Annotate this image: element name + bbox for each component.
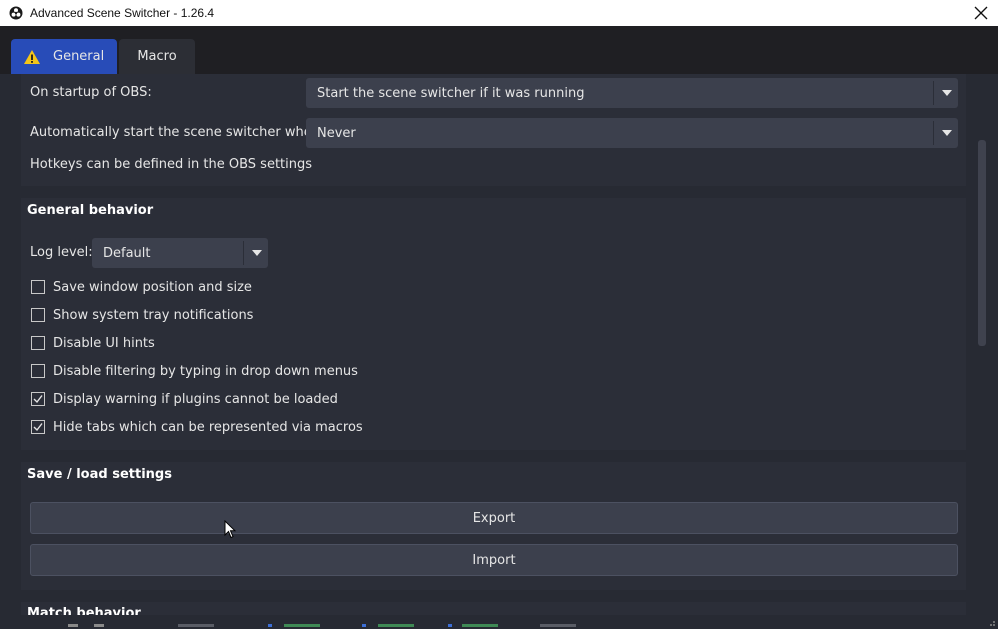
status-mark	[448, 624, 452, 627]
status-mark	[268, 624, 272, 627]
status-mark	[284, 624, 320, 627]
hotkeys-hint: Hotkeys can be defined in the OBS settin…	[30, 157, 313, 172]
auto-start-label: Automatically start the scene switcher w…	[30, 125, 325, 140]
hide-tabs-label: Hide tabs which can be represented via m…	[53, 419, 363, 435]
checkbox-box[interactable]	[31, 364, 45, 378]
auto-start-value: Never	[317, 125, 356, 141]
checkbox-box[interactable]	[31, 420, 45, 434]
auto-start-dropdown[interactable]: Never	[306, 118, 958, 148]
disable-ui-hints-label: Disable UI hints	[53, 335, 155, 351]
save-window-position-label: Save window position and size	[53, 279, 252, 295]
window-title: Advanced Scene Switcher - 1.26.4	[30, 6, 215, 20]
status-mark	[94, 624, 104, 627]
resize-grip-icon[interactable]	[986, 617, 996, 627]
close-icon	[974, 6, 988, 20]
checkbox-box[interactable]	[31, 308, 45, 322]
on-startup-label: On startup of OBS:	[30, 85, 152, 100]
checkbox-box[interactable]	[31, 280, 45, 294]
chevron-down-icon	[252, 250, 262, 256]
tab-general[interactable]: General	[11, 39, 117, 74]
status-mark	[68, 624, 78, 627]
tab-macro[interactable]: Macro	[119, 39, 195, 74]
startup-group: On startup of OBS: Start the scene switc…	[21, 74, 966, 186]
disable-filtering-label: Disable filtering by typing in drop down…	[53, 363, 358, 379]
status-mark	[362, 624, 366, 627]
vertical-scrollbar[interactable]	[976, 74, 988, 615]
show-tray-notifications-label: Show system tray notifications	[53, 307, 254, 323]
settings-content: On startup of OBS: Start the scene switc…	[11, 74, 971, 615]
plugin-warning-label: Display warning if plugins cannot be loa…	[53, 391, 338, 407]
general-behavior-group: General behavior Log level: Default Save…	[21, 198, 966, 450]
warning-icon	[24, 49, 40, 64]
dropdown-separator	[933, 121, 934, 145]
log-level-label: Log level:	[30, 245, 93, 260]
settings-scroll-area[interactable]: On startup of OBS: Start the scene switc…	[0, 74, 998, 615]
save-load-heading: Save / load settings	[27, 467, 172, 482]
close-button[interactable]	[970, 2, 992, 24]
checkmark-icon	[33, 395, 43, 404]
status-mark	[462, 624, 498, 627]
scrollbar-thumb[interactable]	[978, 140, 986, 346]
checkbox-box[interactable]	[31, 392, 45, 406]
dropdown-separator	[933, 81, 934, 105]
general-behavior-heading: General behavior	[27, 203, 154, 218]
import-button[interactable]: Import	[30, 544, 958, 576]
save-load-group: Save / load settings Export Import	[21, 462, 966, 590]
log-level-dropdown[interactable]: Default	[92, 238, 268, 268]
obs-logo-icon	[9, 6, 23, 20]
checkmark-icon	[33, 423, 43, 432]
plugin-warning-checkbox[interactable]: Display warning if plugins cannot be loa…	[31, 390, 338, 408]
tab-bar: General Macro	[0, 26, 998, 74]
disable-ui-hints-checkbox[interactable]: Disable UI hints	[31, 334, 155, 352]
disable-filtering-checkbox[interactable]: Disable filtering by typing in drop down…	[31, 362, 358, 380]
dropdown-separator	[243, 241, 244, 265]
chevron-down-icon	[942, 90, 952, 96]
chevron-down-icon	[942, 130, 952, 136]
log-level-value: Default	[103, 245, 151, 261]
on-startup-value: Start the scene switcher if it was runni…	[317, 85, 585, 101]
export-button[interactable]: Export	[30, 502, 958, 534]
match-behavior-heading: Match behavior	[27, 606, 141, 615]
mouse-cursor-icon	[224, 520, 236, 539]
checkbox-box[interactable]	[31, 336, 45, 350]
tab-macro-label: Macro	[137, 49, 177, 64]
hide-tabs-checkbox[interactable]: Hide tabs which can be represented via m…	[31, 418, 363, 436]
status-bar	[0, 615, 998, 629]
tab-general-label: General	[53, 49, 105, 64]
match-behavior-group: Match behavior	[21, 602, 966, 615]
save-window-position-checkbox[interactable]: Save window position and size	[31, 278, 252, 296]
status-mark	[540, 624, 576, 627]
on-startup-dropdown[interactable]: Start the scene switcher if it was runni…	[306, 78, 958, 108]
status-mark	[178, 624, 214, 627]
show-tray-notifications-checkbox[interactable]: Show system tray notifications	[31, 306, 253, 324]
status-mark	[378, 624, 414, 627]
title-bar: Advanced Scene Switcher - 1.26.4	[0, 0, 998, 26]
